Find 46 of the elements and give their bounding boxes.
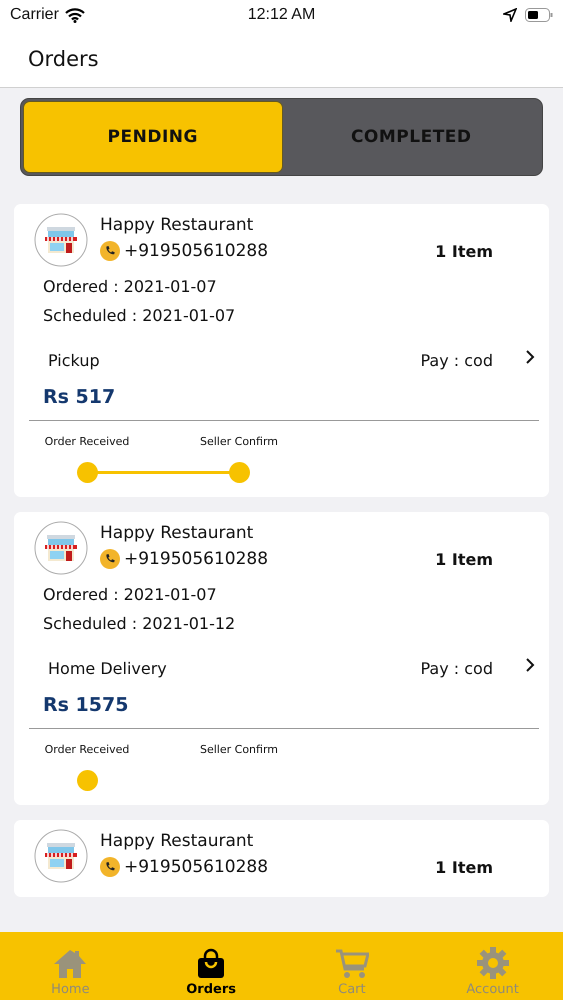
ordered-date: Ordered : 2021-01-07 bbox=[43, 585, 218, 604]
delivery-method: Home Delivery bbox=[48, 659, 168, 678]
phone-number: +919505610288 bbox=[124, 549, 270, 569]
tab-bar-item[interactable]: Orders bbox=[140, 932, 282, 1000]
carrier-label: Carrier bbox=[10, 6, 59, 24]
shopping-bag-icon bbox=[196, 948, 226, 980]
chevron-right-icon[interactable] bbox=[525, 657, 535, 673]
phone-icon[interactable] bbox=[100, 241, 120, 261]
order-total: Rs 517 bbox=[43, 386, 116, 408]
wifi-icon bbox=[64, 8, 85, 22]
phone-icon[interactable] bbox=[100, 857, 120, 877]
item-count: 1 Item bbox=[435, 858, 493, 876]
restaurant-name: Happy Restaurant bbox=[100, 831, 254, 851]
step-label: Seller Confirm bbox=[200, 435, 278, 448]
phone-number: +919505610288 bbox=[124, 857, 270, 877]
delivery-method: Pickup bbox=[48, 351, 101, 370]
settings-icon bbox=[476, 946, 510, 980]
item-count: 1 Item bbox=[435, 550, 493, 568]
page-title: Orders bbox=[28, 46, 99, 70]
home-icon bbox=[52, 948, 88, 980]
cart-icon bbox=[334, 948, 369, 980]
restaurant-name: Happy Restaurant bbox=[100, 215, 254, 235]
payment-method: Pay : cod bbox=[420, 351, 493, 370]
phone-icon[interactable] bbox=[100, 549, 120, 569]
order-card[interactable]: Happy Restaurant +919505610288 1 Item Ordered : 2021-01-07 Scheduled : 2021-01-07 Pickup Pay : cod Rs 517 Order Received Seller Confirm bbox=[14, 204, 549, 497]
store-icon bbox=[34, 521, 88, 575]
step-label: Order Received bbox=[44, 743, 130, 756]
item-count: 1 Item bbox=[435, 242, 493, 260]
order-card[interactable]: Happy Restaurant +919505610288 1 Item Ordered : 2021-01-07 Scheduled : 2021-01-12 Home Delivery Pay : cod Rs 1575 Order Received Seller Confirm bbox=[14, 512, 549, 805]
phone-number: +919505610288 bbox=[124, 241, 270, 261]
battery-icon bbox=[525, 8, 554, 22]
step-label: Order Received bbox=[44, 435, 130, 448]
payment-method: Pay : cod bbox=[420, 659, 493, 678]
scheduled-date: Scheduled : 2021-01-12 bbox=[43, 614, 236, 633]
tab[interactable]: PENDING bbox=[23, 101, 282, 173]
ordered-date: Ordered : 2021-01-07 bbox=[43, 277, 218, 296]
location-icon bbox=[503, 8, 518, 22]
step-label: Seller Confirm bbox=[200, 743, 278, 756]
status-time: 12:12 AM bbox=[248, 6, 316, 24]
chevron-right-icon[interactable] bbox=[525, 349, 535, 365]
store-icon bbox=[34, 213, 88, 267]
order-total: Rs 1575 bbox=[43, 694, 130, 716]
order-card[interactable]: Happy Restaurant +919505610288 1 Item bbox=[14, 820, 549, 897]
scheduled-date: Scheduled : 2021-01-07 bbox=[43, 306, 236, 325]
restaurant-name: Happy Restaurant bbox=[100, 523, 254, 543]
store-icon bbox=[34, 829, 88, 883]
